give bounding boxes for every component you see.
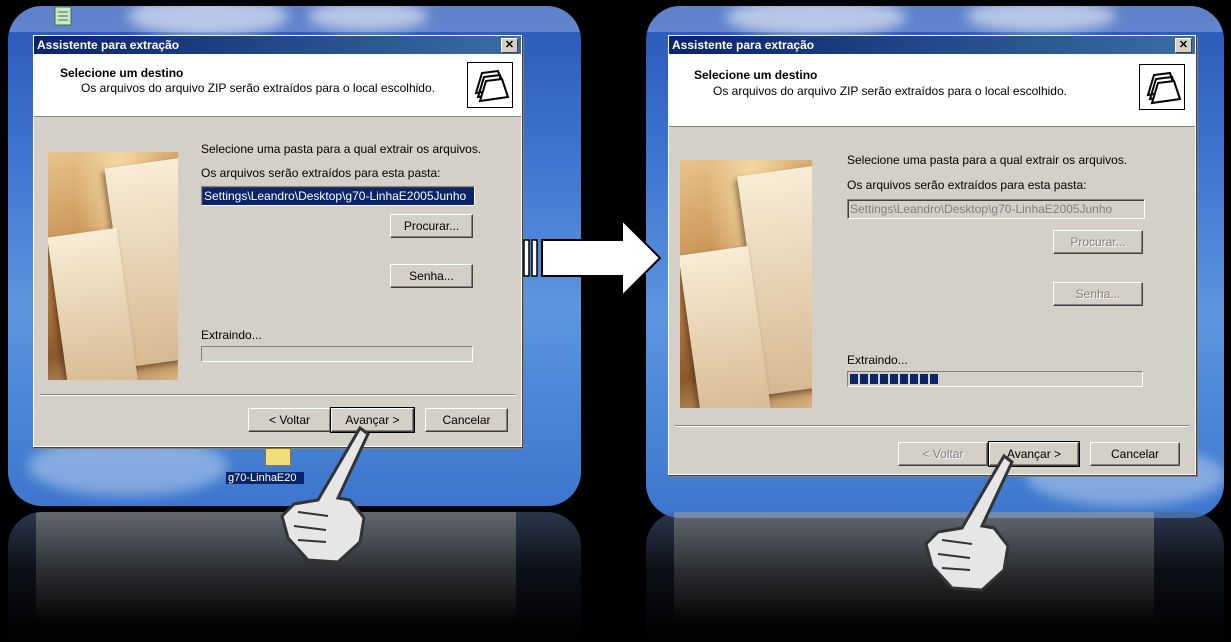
wizard-artwork <box>680 160 812 408</box>
close-button[interactable]: ✕ <box>501 38 518 53</box>
password-button[interactable]: Senha... <box>1053 282 1143 306</box>
recycle-bin-icon <box>54 6 72 26</box>
extraction-wizard-dialog-progress: Assistente para extração ✕ Selecione um … <box>668 35 1196 475</box>
progress-fill <box>850 374 940 384</box>
extract-to-label: Os arquivos serão extraídos para esta pa… <box>847 178 1087 192</box>
destination-path-input[interactable]: Settings\Leandro\Desktop\g70-LinhaE2005J… <box>847 199 1145 219</box>
wizard-artwork <box>48 152 178 380</box>
window-title: Assistente para extração <box>672 38 815 52</box>
select-folder-text: Selecione uma pasta para a qual extrair … <box>201 142 482 156</box>
header-subtitle: Os arquivos do arquivo ZIP serão extraíd… <box>713 84 1067 98</box>
folder-icon <box>467 62 513 108</box>
header-title: Selecione um destino <box>694 68 818 82</box>
select-folder-text: Selecione uma pasta para a qual extrair … <box>847 153 1128 167</box>
wizard-header: Selecione um destino Os arquivos do arqu… <box>669 54 1195 127</box>
close-button[interactable]: ✕ <box>1175 38 1192 53</box>
pointing-hand-icon <box>280 425 370 564</box>
browse-button[interactable]: Procurar... <box>390 214 473 238</box>
folder-icon <box>1139 64 1185 110</box>
cancel-button[interactable]: Cancelar <box>425 408 508 432</box>
pointing-hand-icon <box>924 453 1014 592</box>
browse-button[interactable]: Procurar... <box>1053 230 1143 254</box>
extract-to-label: Os arquivos serão extraídos para esta pa… <box>201 166 441 180</box>
extracting-label: Extraindo... <box>847 353 908 367</box>
cancel-button[interactable]: Cancelar <box>1090 442 1180 466</box>
destination-path-input[interactable]: Settings\Leandro\Desktop\g70-LinhaE2005J… <box>201 186 475 206</box>
extraction-wizard-dialog: Assistente para extração ✕ Selecione um … <box>33 35 522 447</box>
extraction-progress-bar <box>847 371 1143 387</box>
title-bar: Assistente para extração ✕ <box>669 36 1195 54</box>
title-bar: Assistente para extração ✕ <box>34 36 521 54</box>
header-title: Selecione um destino <box>60 66 184 80</box>
window-title: Assistente para extração <box>37 38 180 52</box>
extraction-progress-bar <box>201 346 473 362</box>
wizard-header: Selecione um destino Os arquivos do arqu… <box>34 54 521 117</box>
right-arrow-icon <box>523 218 662 299</box>
password-button[interactable]: Senha... <box>390 264 473 288</box>
extracting-label: Extraindo... <box>201 328 262 342</box>
header-subtitle: Os arquivos do arquivo ZIP serão extraíd… <box>81 81 435 95</box>
